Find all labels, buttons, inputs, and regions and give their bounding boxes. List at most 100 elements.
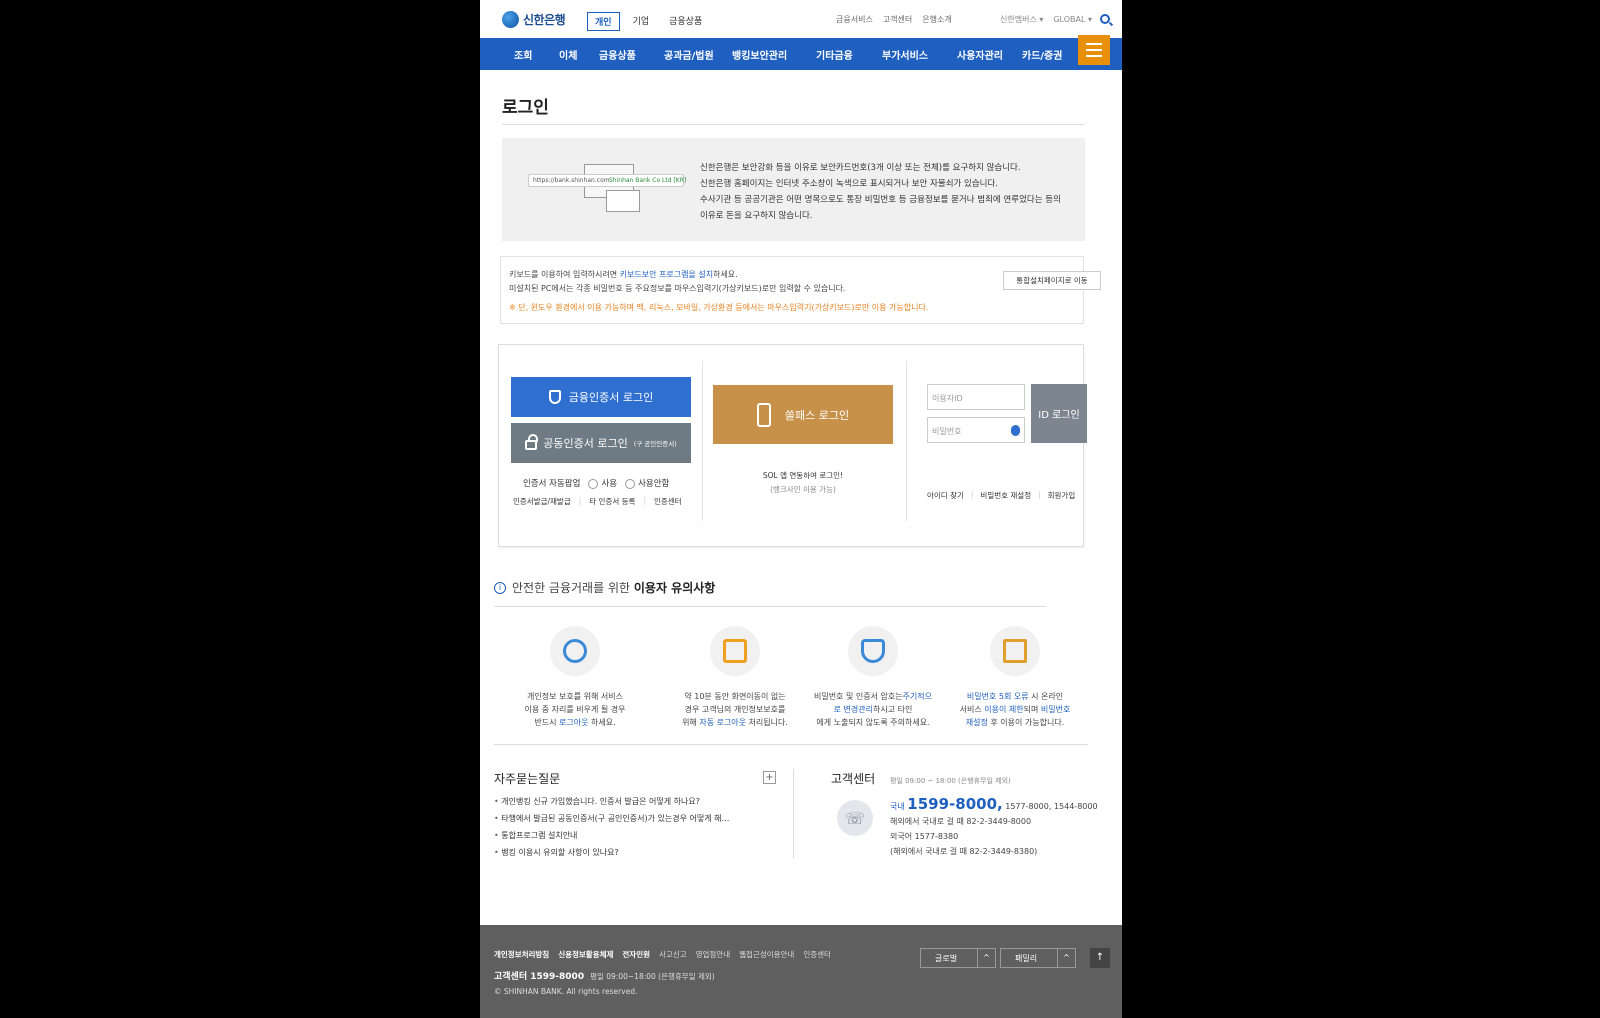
util-financial-service[interactable]: 금융서비스 <box>836 14 873 25</box>
title-divider <box>502 124 1085 125</box>
auto-popup-option: 인증서 자동팝업 사용 사용안함 <box>523 477 669 489</box>
smartphone-icon <box>756 402 771 427</box>
divider <box>793 769 794 859</box>
section-divider <box>494 744 1088 745</box>
faq-item[interactable]: 개인뱅킹 신규 가입했습니다. 인증서 발급은 어떻게 하나요? <box>494 793 729 810</box>
sol-text: SOL 앱 연동하여 로그인! <box>762 471 844 480</box>
other-cert-register-link[interactable]: 타 인증서 등록 <box>589 496 635 507</box>
address-bar: https://bank.shinhan.com Shinhan Bank Co… <box>528 174 687 187</box>
gnb-other-finance[interactable]: 기타금융 <box>816 47 853 62</box>
shinhan-logo-icon <box>502 11 519 28</box>
keyboard-text: 하세요. <box>713 270 738 279</box>
notice-line: 신한은행은 보안강화 등을 이유로 보안카드번호(3개 이상 또는 전체)를 요… <box>700 163 1021 173</box>
password-input[interactable]: 비밀번호 <box>927 417 1025 443</box>
faq-list: 개인뱅킹 신규 가입했습니다. 인증서 발급은 어떻게 하나요? 타행에서 발급… <box>494 793 729 861</box>
family-select-label: 패밀리 <box>1015 953 1038 963</box>
auto-popup-label: 인증서 자동팝업 <box>523 479 581 489</box>
tip-highlight: 이용이 제한 <box>984 705 1024 714</box>
shinhan-logo[interactable]: 신한은행 <box>502 11 566 28</box>
radio-no-use[interactable]: 사용안함 <box>625 477 669 489</box>
gnb-user-management[interactable]: 사용자관리 <box>957 47 1003 62</box>
browser-illustration: https://bank.shinhan.com Shinhan Bank Co… <box>528 164 688 214</box>
phone-icon: ☏ <box>837 800 873 836</box>
tip-line: 에게 노출되지 않도록 주의하세요. <box>816 718 930 727</box>
customer-center-title: 고객센터 <box>831 772 876 786</box>
gnb-card-securities[interactable]: 카드/증권 <box>1022 47 1062 62</box>
gnb-inquiry[interactable]: 조회 <box>514 47 532 62</box>
faq-item[interactable]: 타행에서 발급된 공동인증서(구 공인인증서)가 있는경우 어떻게 해… <box>494 810 729 827</box>
notice-line: 이유로 돈을 요구하지 않습니다. <box>700 211 813 221</box>
notice-text: 신한은행은 보안강화 등을 이유로 보안카드번호(3개 이상 또는 전체)를 요… <box>700 160 1080 224</box>
keyboard-warning: ※ 단, 윈도우 환경에서 이용 가능하며 맥, 리눅스, 모바일, 가상환경 … <box>509 303 929 312</box>
faq-more-plus-icon[interactable]: + <box>763 771 776 784</box>
financial-cert-label: 금융인증서 로그인 <box>568 391 654 404</box>
main-navigation: 조회 이체 금융상품 공과금/법원 뱅킹보안관리 기타금융 부가서비스 사용자관… <box>480 38 1122 70</box>
gnb-extra-service[interactable]: 부가서비스 <box>882 47 928 62</box>
family-site-select[interactable]: 패밀리 ^ <box>1000 948 1076 968</box>
sign-up-link[interactable]: 회원가입 <box>1048 490 1076 501</box>
gnb-security[interactable]: 뱅킹보안관리 <box>732 47 787 62</box>
tab-personal[interactable]: 개인 <box>587 12 620 31</box>
tab-corporate[interactable]: 기업 <box>626 12 657 31</box>
credit-info-link[interactable]: 신용정보활용체제 <box>558 949 613 960</box>
keyboard-install-link[interactable]: 키보드보안 프로그램을 설치 <box>620 270 713 279</box>
solpass-login-button[interactable]: 쏠패스 로그인 <box>713 385 893 444</box>
info-icon: i <box>494 581 506 594</box>
gnb-transfer[interactable]: 이체 <box>559 47 577 62</box>
financial-cert-login-button[interactable]: 금융인증서 로그인 <box>511 377 691 417</box>
global-site-select[interactable]: 글로벌 ^ <box>920 948 996 968</box>
tip-line: 처리됩니다. <box>746 718 788 727</box>
tip-line: 약 10분 동안 화면이동이 없는 <box>684 692 786 701</box>
logo-text: 신한은행 <box>523 13 566 27</box>
virtual-keyboard-icon[interactable] <box>1011 425 1020 436</box>
e-complaint-link[interactable]: 전자민원 <box>622 949 650 960</box>
privacy-policy-link[interactable]: 개인정보처리방침 <box>494 949 549 960</box>
reset-password-link[interactable]: 비밀번호 재설정 <box>980 490 1031 501</box>
tab-products[interactable]: 금융상품 <box>662 12 709 31</box>
tip-highlight: 비밀번호 <box>1040 705 1071 714</box>
address-cert: Shinhan Bank Co Ltd [KR] <box>609 177 687 184</box>
tip-line: 위해 <box>682 718 700 727</box>
tip-line: 하세요. <box>588 718 616 727</box>
keyboard-line-1: 키보드를 이용하여 입력하시려면 키보드보안 프로그램을 설치하세요. <box>509 269 738 280</box>
accident-report-link[interactable]: 사고신고 <box>659 949 687 960</box>
faq-item[interactable]: 뱅킹 이용시 유의할 사항이 있나요? <box>494 844 729 861</box>
cert-issue-link[interactable]: 인증서발급/재발급 <box>513 496 571 507</box>
tip-line: 하시고 타인 <box>873 705 913 714</box>
joint-cert-login-button[interactable]: 공동인증서 로그인 (구 공인인증서) <box>511 423 691 463</box>
notice-line: 신한은행 홈페이지는 인터넷 주소창이 녹색으로 표시되거나 보안 자물쇠가 있… <box>700 179 999 189</box>
tips-title-text: 안전한 금융거래를 위한 <box>512 581 634 595</box>
util-bank-intro[interactable]: 은행소개 <box>922 14 951 25</box>
gnb-utility-court[interactable]: 공과금/법원 <box>664 47 714 62</box>
shield-icon <box>548 390 561 404</box>
sol-subtext: (뱅크사인 이용 가능) <box>770 485 836 494</box>
branch-info-link[interactable]: 영업점안내 <box>696 949 731 960</box>
radio-use[interactable]: 사용 <box>588 477 617 489</box>
radio-circle-icon[interactable] <box>625 478 636 489</box>
family-select[interactable]: 신한멤버스 ▾ <box>1000 14 1043 25</box>
password-placeholder: 비밀번호 <box>932 427 962 436</box>
menu-icon[interactable] <box>1078 35 1110 65</box>
global-select[interactable]: GLOBAL ▾ <box>1053 15 1092 24</box>
install-page-button[interactable]: 통합설치페이지로 이동 <box>1003 271 1101 290</box>
accessibility-link[interactable]: 웹접근성이용안내 <box>739 949 794 960</box>
tip-line: 서비스 <box>959 705 985 714</box>
util-customer-center[interactable]: 고객센터 <box>883 14 912 25</box>
search-icon[interactable] <box>1100 14 1110 24</box>
find-id-link[interactable]: 아이디 찾기 <box>927 490 964 501</box>
cert-center-link[interactable]: 인증센터 <box>803 949 831 960</box>
user-id-input[interactable]: 이용자ID <box>927 384 1025 410</box>
gnb-products[interactable]: 금융상품 <box>599 47 636 62</box>
cert-links: 인증서발급/재발급 | 타 인증서 등록 | 인증센터 <box>513 496 682 507</box>
tip-line: 시 온라인 <box>1028 692 1064 701</box>
footer-customer-center: 고객센터 1599-8000 평일 09:00~18:00 (은행휴무일 제외) <box>494 969 715 982</box>
scroll-top-arrow-icon[interactable]: ↑ <box>1090 948 1110 968</box>
radio-use-label: 사용 <box>601 479 618 489</box>
cert-center-link[interactable]: 인증센터 <box>654 496 682 507</box>
id-login-button[interactable]: ID 로그인 <box>1031 384 1087 443</box>
faq-item[interactable]: 통합프로그램 설치안내 <box>494 827 729 844</box>
login-panel: 금융인증서 로그인 공동인증서 로그인 (구 공인인증서) 인증서 자동팝업 사… <box>498 344 1087 547</box>
tip-password-error: 비밀번호 5회 오류 시 온라인 서비스 이용이 제한되며 비밀번호 재설정 후 이… <box>940 626 1090 729</box>
other-phone-numbers: 1577-8000, 1544-8000 <box>1005 802 1098 811</box>
radio-circle-icon[interactable] <box>588 478 599 489</box>
